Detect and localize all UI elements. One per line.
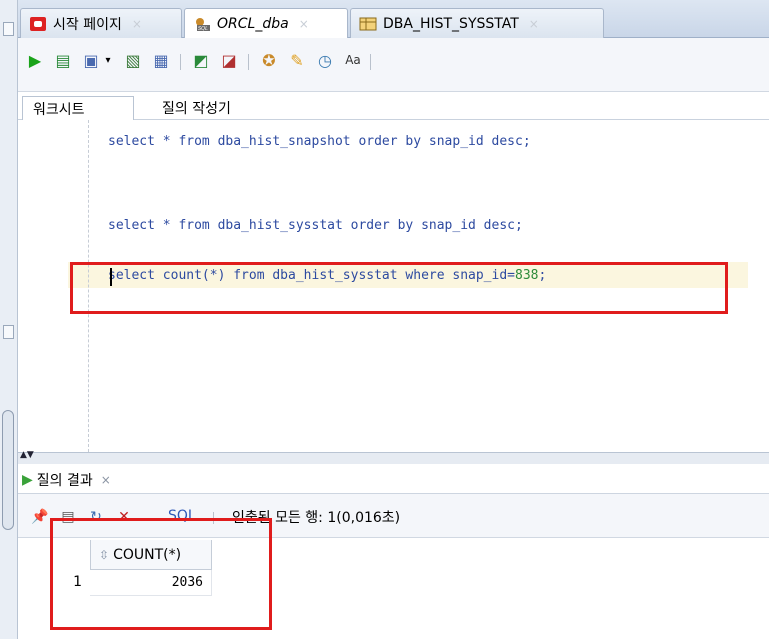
oracle-home-icon	[29, 16, 47, 32]
tab-query-result[interactable]: ▶ 질의 결과 ×	[22, 468, 111, 492]
tab-label: DBA_HIST_SYSSTAT	[383, 15, 519, 32]
code-text: select count(*) from dba_hist_sysstat wh…	[108, 268, 515, 283]
close-icon[interactable]: ×	[529, 17, 539, 31]
pane-splitter[interactable]: ▲▼	[18, 450, 769, 464]
sql-tuning-button[interactable]: ◪	[218, 49, 240, 71]
worksheet-subtabs: 워크시트 질의 작성기	[18, 92, 769, 120]
script-icon: ▤	[55, 50, 71, 70]
fetch-status: 인출된 모든 행: 1(0,016초)	[232, 510, 401, 526]
play-icon: ▶	[28, 50, 42, 70]
results-tab-label: 질의 결과	[36, 473, 93, 489]
format-case-button[interactable]: Aa	[342, 49, 364, 71]
results-grid: ⇳ COUNT(*) 1 2036	[18, 538, 769, 639]
play-icon: ▶	[22, 472, 33, 488]
pin-icon: 📌	[31, 509, 49, 525]
run-statement-button[interactable]: ▶	[24, 49, 46, 71]
commit-icon: ▣	[83, 50, 99, 70]
explain-plan-button[interactable]: ▦	[150, 49, 172, 71]
panel-notch[interactable]	[3, 22, 14, 36]
chevron-down-icon: ▾	[105, 54, 111, 66]
sql-editor[interactable]: select * from dba_hist_snapshot order by…	[18, 120, 769, 452]
sql-link[interactable]: SQL	[168, 508, 196, 524]
editor-gutter	[88, 120, 89, 452]
row-number: 1	[73, 574, 82, 590]
autotrace-icon: ◩	[193, 50, 209, 70]
column-header[interactable]: ⇳ COUNT(*)	[90, 540, 212, 570]
code-number: 838	[515, 268, 539, 283]
text-case-icon: Aa	[345, 53, 361, 67]
explain-icon: ▦	[153, 50, 169, 70]
splitter-arrows-icon[interactable]: ▲▼	[20, 450, 34, 460]
panel-notch[interactable]	[3, 325, 14, 339]
dropdown-button[interactable]: ▾	[102, 49, 114, 71]
table-cell[interactable]: 2036	[90, 570, 212, 596]
svg-text:SQL: SQL	[198, 26, 208, 32]
unshared-sql-button[interactable]: ◷	[314, 49, 336, 71]
close-icon[interactable]: ×	[299, 17, 309, 31]
print-icon: ▤	[61, 509, 75, 525]
left-scrollbar-thumb[interactable]	[2, 410, 14, 530]
text-caret	[110, 268, 112, 286]
tab-query-builder[interactable]: 질의 작성기	[152, 96, 241, 120]
autotrace-button[interactable]: ◩	[190, 49, 212, 71]
sort-icon: ⇳	[99, 547, 110, 562]
results-toolbar: 📌 ▤ ↻ ✕ SQL 인출된 모든 행: 1(0,016초)	[18, 494, 769, 538]
table-icon	[359, 16, 377, 32]
sql-history-button[interactable]: ✪	[258, 49, 280, 71]
close-icon[interactable]: ×	[101, 473, 111, 487]
pin-button[interactable]: 📌	[30, 508, 50, 526]
clear-button[interactable]: ✎	[286, 49, 308, 71]
refresh-button[interactable]: ↻	[86, 508, 106, 526]
tab-worksheet[interactable]: 워크시트	[22, 96, 134, 120]
run-script-button[interactable]: ▤	[52, 49, 74, 71]
toolbar-separator	[213, 512, 214, 524]
cancel-button[interactable]: ✕	[114, 508, 134, 526]
eraser-icon: ✎	[290, 50, 304, 70]
code-line-2[interactable]: select * from dba_hist_sysstat order by …	[108, 218, 523, 233]
tab-start-page[interactable]: 시작 페이지 ×	[20, 8, 182, 38]
tab-orcl-dba[interactable]: SQL ORCL_dba ×	[184, 8, 348, 38]
commit-button[interactable]: ▣	[80, 49, 102, 71]
tab-label: 시작 페이지	[53, 16, 122, 33]
rollback-button[interactable]: ▧	[122, 49, 144, 71]
column-header-label: COUNT(*)	[113, 546, 182, 563]
sql-connection-icon: SQL	[193, 16, 211, 32]
worksheet-icon: ◷	[318, 50, 332, 70]
code-line-1[interactable]: select * from dba_hist_snapshot order by…	[108, 134, 531, 149]
cancel-icon: ✕	[118, 509, 130, 525]
toolbar-separator	[248, 54, 249, 70]
tab-label: ORCL_dba	[217, 15, 289, 32]
rollback-icon: ▧	[125, 50, 141, 70]
close-icon[interactable]: ×	[132, 17, 142, 31]
editor-toolbar: ▶ ▤ ▣ ▾ ▧ ▦ ◩ ◪ ✪ ✎ ◷ Aa	[18, 38, 769, 92]
code-text: ;	[538, 268, 547, 283]
editor-tab-bar: 시작 페이지 × SQL ORCL_dba × DBA_HIST_SYSSTAT…	[18, 0, 769, 38]
sql-history-icon: ✪	[262, 50, 276, 70]
toolbar-separator	[370, 54, 371, 70]
toolbar-separator	[180, 54, 181, 70]
tab-dba-hist-sysstat[interactable]: DBA_HIST_SYSSTAT ×	[350, 8, 604, 38]
left-panel-strip	[0, 0, 18, 639]
code-line-3[interactable]: select count(*) from dba_hist_sysstat wh…	[108, 268, 546, 283]
refresh-icon: ↻	[90, 509, 102, 525]
export-button[interactable]: ▤	[58, 508, 78, 526]
tuning-icon: ◪	[221, 50, 237, 70]
results-tab-bar: ▶ 질의 결과 ×	[18, 464, 769, 494]
